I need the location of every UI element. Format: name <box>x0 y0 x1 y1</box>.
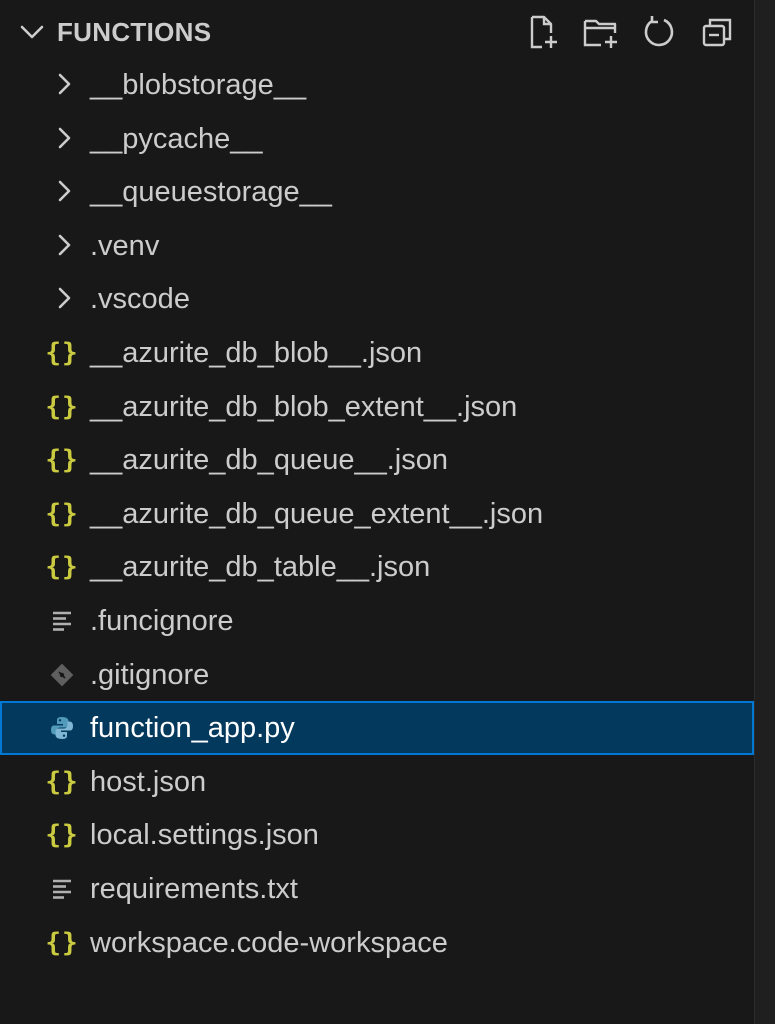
file-row[interactable]: function_app.py <box>0 701 754 755</box>
section-header[interactable]: FUNCTIONS <box>0 0 754 64</box>
file-row[interactable]: .funcignore <box>0 594 754 648</box>
folder-row[interactable]: __queuestorage__ <box>0 165 754 219</box>
chevron-down-icon[interactable] <box>18 20 46 44</box>
item-label: __pycache__ <box>90 122 263 155</box>
chevron-right-icon <box>52 179 76 203</box>
header-actions <box>520 12 752 52</box>
folder-row[interactable]: .vscode <box>0 272 754 326</box>
file-row[interactable]: {} __azurite_db_blob__.json <box>0 326 754 380</box>
git-icon <box>44 660 80 690</box>
item-label: .funcignore <box>90 604 234 637</box>
json-icon: {} <box>45 552 79 583</box>
json-icon: {} <box>45 445 79 476</box>
refresh-icon <box>644 16 674 47</box>
text-lines-icon <box>44 874 80 904</box>
item-label: __queuestorage__ <box>90 176 332 209</box>
item-label: __azurite_db_blob__.json <box>90 336 423 369</box>
item-label: .venv <box>90 229 160 262</box>
item-label: .vscode <box>90 283 190 316</box>
file-row[interactable]: {} __azurite_db_queue__.json <box>0 433 754 487</box>
item-label: host.json <box>90 765 207 798</box>
section-title: FUNCTIONS <box>57 17 212 47</box>
file-tree: __blobstorage__ __pycache__ __queuestorage… <box>0 58 754 969</box>
chevron-right-icon <box>52 233 76 257</box>
chevron-right-icon <box>52 126 76 150</box>
collapse-all-icon <box>702 18 732 47</box>
file-row[interactable]: .gitignore <box>0 648 754 702</box>
json-icon: {} <box>45 337 79 368</box>
item-label: __blobstorage__ <box>90 69 307 101</box>
new-folder-button[interactable] <box>578 12 624 52</box>
file-row[interactable]: {} __azurite_db_blob_extent__.json <box>0 380 754 434</box>
folder-row[interactable]: .venv <box>0 219 754 273</box>
item-label: workspace.code-workspace <box>90 926 448 959</box>
chevron-right-icon <box>52 286 76 310</box>
new-file-button[interactable] <box>520 12 566 52</box>
text-lines-icon <box>44 606 80 636</box>
item-label: .gitignore <box>90 658 210 691</box>
python-icon <box>44 713 80 743</box>
json-icon: {} <box>45 391 79 422</box>
file-row[interactable]: {} __azurite_db_queue_extent__.json <box>0 487 754 541</box>
file-row[interactable]: {} local.settings.json <box>0 808 754 862</box>
item-label: local.settings.json <box>90 819 319 852</box>
new-folder-icon <box>583 19 617 48</box>
folder-row[interactable]: __pycache__ <box>0 112 754 166</box>
json-icon: {} <box>45 766 79 797</box>
item-label: __azurite_db_queue_extent__.json <box>90 497 544 530</box>
scrollbar-gutter[interactable] <box>754 0 775 1024</box>
new-file-icon <box>530 15 557 49</box>
file-row[interactable]: {} workspace.code-workspace <box>0 916 754 970</box>
collapse-all-button[interactable] <box>694 12 740 52</box>
item-label: __azurite_db_queue__.json <box>90 444 448 477</box>
item-label: requirements.txt <box>90 872 298 905</box>
explorer-panel: FUNCTIONS __blobstorage__ __pycache__ __… <box>0 0 754 1024</box>
json-icon: {} <box>45 498 79 529</box>
file-row[interactable]: {} host.json <box>0 755 754 809</box>
chevron-right-icon <box>52 72 76 96</box>
item-label: __azurite_db_table__.json <box>90 551 431 584</box>
refresh-button[interactable] <box>636 12 682 52</box>
file-row[interactable]: requirements.txt <box>0 862 754 916</box>
json-icon: {} <box>45 820 79 851</box>
folder-row[interactable]: __blobstorage__ <box>0 58 754 112</box>
item-label: __azurite_db_blob_extent__.json <box>90 390 518 423</box>
json-icon: {} <box>45 927 79 958</box>
file-row[interactable]: {} __azurite_db_table__.json <box>0 540 754 594</box>
item-label: function_app.py <box>90 712 295 745</box>
